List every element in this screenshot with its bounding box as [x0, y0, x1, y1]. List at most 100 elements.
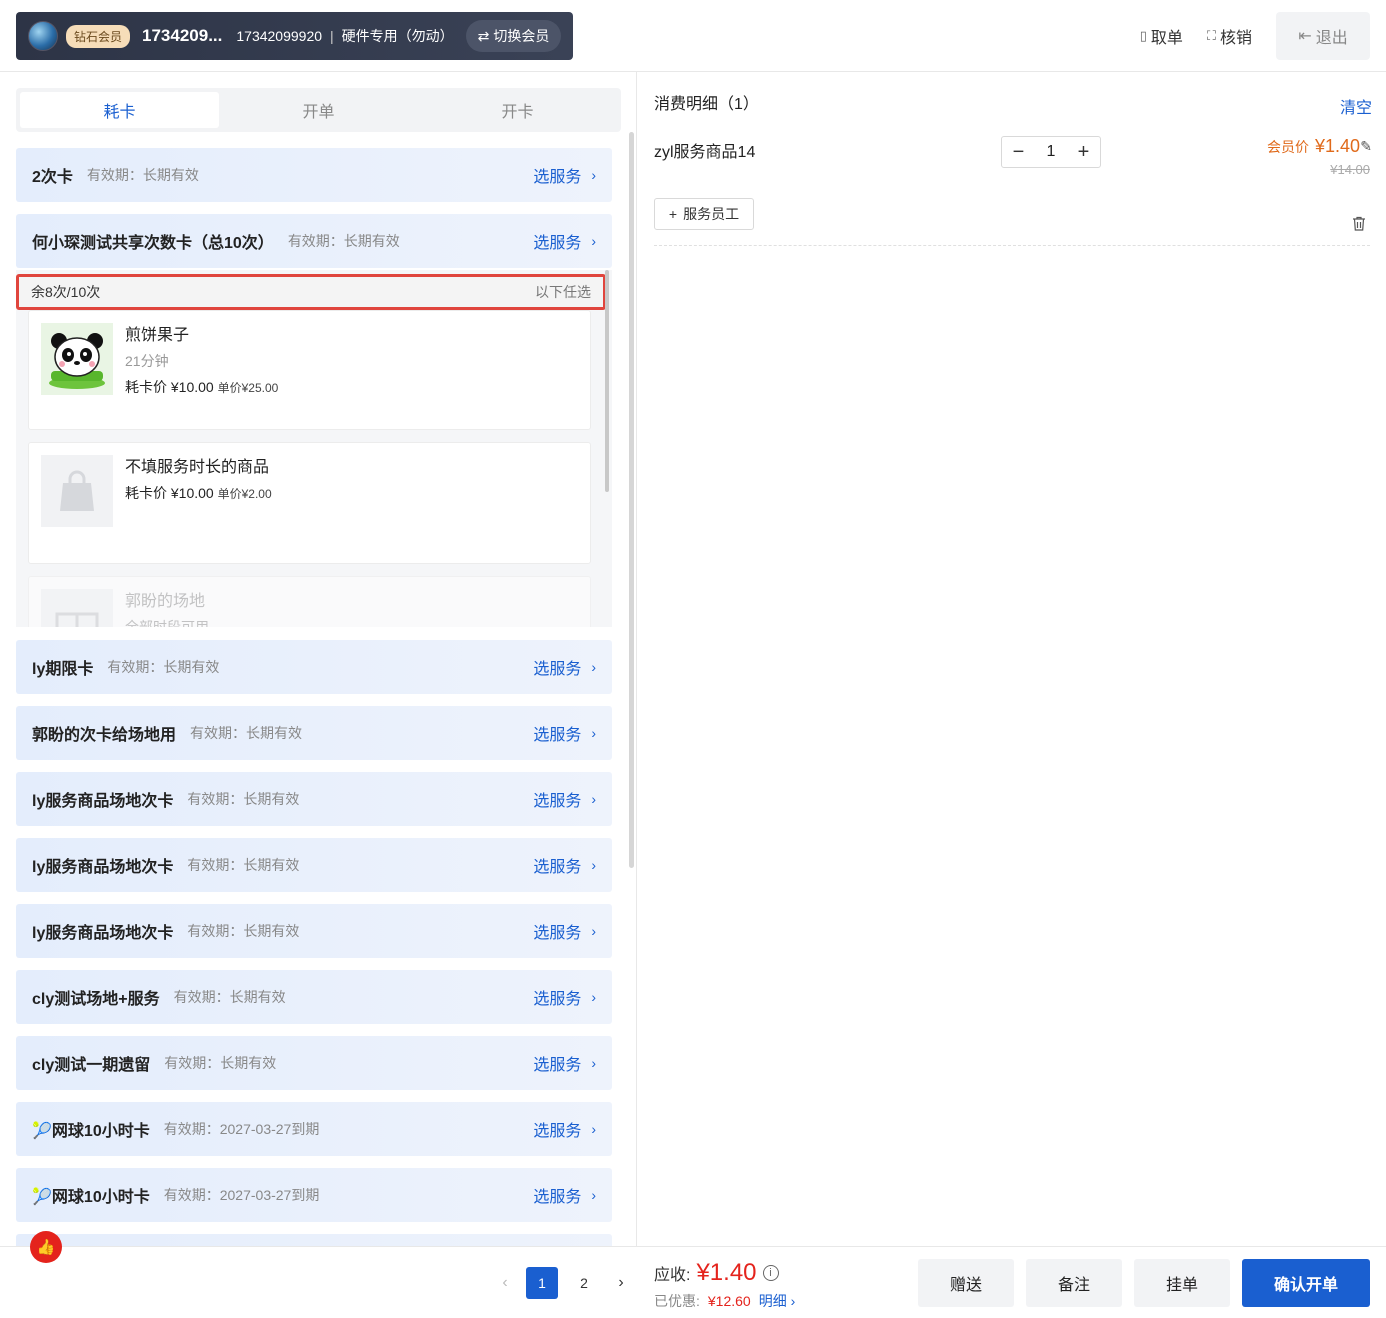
remark-button[interactable]: 备注: [1026, 1259, 1122, 1307]
service-item[interactable]: 不填服务时长的商品 耗卡价 ¥10.00 单价¥2.00: [28, 442, 591, 564]
member-info-bar: 钻石会员 1734209... 17342099920 | 硬件专用（勿动） ⇄…: [16, 12, 573, 60]
select-service-link[interactable]: 选服务 ›: [533, 655, 596, 679]
service-duration: 21分钟: [125, 353, 169, 369]
card-item[interactable]: ly服务商品场地次卡 有效期：长期有效 选服务 ›: [16, 772, 612, 826]
venue-icon: [41, 589, 113, 627]
select-service-link[interactable]: 选服务 ›: [533, 721, 596, 745]
card-item[interactable]: 🎾网球10小时卡 有效期：2027-03-27到期 选服务 ›: [16, 1168, 612, 1222]
card-item[interactable]: ly期限卡 有效期：长期有效 选服务 ›: [16, 640, 612, 694]
card-service-list: 余8次/10次 以下任选 煎饼果子 21分钟 耗卡价 ¥10.00 单价¥25.…: [16, 270, 612, 627]
tab-consume-card[interactable]: 耗卡: [20, 92, 219, 128]
take-order-button[interactable]: ▯ 取单: [1140, 24, 1183, 48]
select-service-link[interactable]: 选服务 ›: [533, 853, 596, 877]
card-name: ly服务商品场地次卡: [32, 859, 174, 876]
chevron-right-icon: ›: [591, 857, 596, 873]
discount-label: 已优惠:: [654, 1293, 700, 1309]
inner-scrollbar[interactable]: [605, 270, 609, 492]
chevron-right-icon: ›: [591, 923, 596, 939]
info-icon[interactable]: i: [762, 1265, 779, 1281]
divider: [654, 245, 1370, 246]
verify-button[interactable]: ⛶ 核销: [1207, 24, 1252, 48]
scrollbar[interactable]: [629, 132, 634, 868]
card-item[interactable]: ly服务商品场地次卡 有效期：长期有效 选服务 ›: [16, 838, 612, 892]
member-price-label: 会员价: [1266, 139, 1309, 155]
add-staff-button[interactable]: + 服务员工: [654, 198, 754, 230]
card-validity: 有效期：长期有效: [187, 923, 300, 939]
card-name: ly服务商品场地次卡: [32, 925, 174, 942]
card-validity: 有效期：长期有效: [187, 791, 300, 807]
receivable-amount: ¥1.40: [696, 1259, 757, 1286]
card-item[interactable]: 郭盼的次卡给场地用 有效期：长期有效 选服务 ›: [16, 706, 612, 760]
page-button[interactable]: 1: [526, 1267, 558, 1299]
avatar: [28, 21, 58, 51]
chevron-left-icon[interactable]: ‹: [494, 1274, 516, 1292]
tab-open-order[interactable]: 开单: [219, 92, 418, 128]
take-order-label: 取单: [1150, 30, 1183, 47]
scan-icon: ⛶: [1206, 28, 1216, 43]
tab-bar: 耗卡 开单 开卡: [16, 88, 621, 132]
service-name: 煎饼果子: [125, 327, 190, 344]
select-service-link[interactable]: 选服务 ›: [533, 919, 596, 943]
card-item[interactable]: 🎾网球10小时卡 有效期：2027-03-27到期 选服务 ›: [16, 1102, 612, 1156]
confirm-order-button[interactable]: 确认开单: [1242, 1259, 1370, 1307]
thumbs-up-icon[interactable]: 👍: [30, 1231, 62, 1263]
panda-image: [41, 323, 113, 395]
card-item[interactable]: 2次卡 有效期：长期有效 选服务 ›: [16, 148, 612, 202]
add-staff-label: 服务员工: [683, 206, 740, 222]
card-item[interactable]: ly服务商品场地次卡 有效期：长期有效 选服务 ›: [16, 904, 612, 958]
pagination: ‹ 1 2 ›: [494, 1267, 632, 1299]
order-detail-panel: 消费明细（1） 清空 zyl服务商品14 − 1 + 会员价 ¥1.40 ✎ ¥…: [638, 72, 1386, 1246]
card-validity: 有效期：长期有效: [187, 857, 300, 873]
hold-order-button[interactable]: 挂单: [1134, 1259, 1230, 1307]
card-validity: 有效期：2027-03-27到期: [163, 1121, 320, 1137]
quantity-value[interactable]: 1: [1035, 143, 1067, 161]
minus-icon[interactable]: −: [1002, 141, 1035, 164]
card-name: 郭盼的次卡给场地用: [32, 727, 177, 744]
original-price: ¥14.00: [1330, 162, 1370, 177]
plus-icon[interactable]: +: [1067, 141, 1100, 164]
chevron-right-icon: ›: [591, 659, 596, 675]
chevron-right-icon[interactable]: ›: [610, 1274, 632, 1292]
card-item[interactable]: 何小琛测试共享次数卡（总10次） 有效期：长期有效 选服务 ›: [16, 214, 612, 268]
card-item[interactable]: cly测试一期遗留 有效期：长期有效 选服务 ›: [16, 1036, 612, 1090]
service-price: 耗卡价 ¥10.00 单价¥25.00: [125, 379, 279, 395]
chevron-right-icon: ›: [790, 1293, 796, 1309]
member-name: 1734209...: [142, 26, 223, 45]
discount-detail-link[interactable]: 明细 ›: [759, 1291, 796, 1311]
edit-icon[interactable]: ✎: [1360, 138, 1372, 155]
select-service-link[interactable]: 选服务 ›: [533, 985, 596, 1009]
page-button[interactable]: 2: [568, 1267, 600, 1299]
switch-member-button[interactable]: ⇄ 切换会员: [465, 20, 562, 52]
member-price: 会员价 ¥1.40: [1267, 136, 1360, 157]
select-service-link[interactable]: 选服务 ›: [533, 163, 596, 187]
card-name: 🎾网球10小时卡: [32, 1123, 150, 1140]
unit-price: 单价¥25.00: [217, 381, 279, 395]
select-service-link[interactable]: 选服务 ›: [533, 229, 596, 253]
clear-button[interactable]: 清空: [1340, 94, 1372, 118]
card-item-partial: [16, 1234, 612, 1246]
plus-icon: +: [668, 206, 678, 222]
verify-label: 核销: [1219, 30, 1252, 47]
member-level-badge: 钻石会员: [66, 24, 131, 48]
trash-icon[interactable]: [1352, 216, 1366, 234]
top-actions: ▯ 取单 ⛶ 核销 ⇤ 退出: [1140, 12, 1370, 60]
chevron-right-icon: ›: [591, 167, 596, 183]
service-item[interactable]: 郭盼的场地 全部时段可用: [28, 576, 591, 627]
chevron-right-icon: ›: [591, 725, 596, 741]
gift-button[interactable]: 赠送: [918, 1259, 1014, 1307]
card-validity: 有效期：2027-03-27到期: [163, 1187, 320, 1203]
select-service-link[interactable]: 选服务 ›: [533, 1183, 596, 1207]
payment-summary: 应收: ¥1.40 i 已优惠: ¥12.60 明细 ›: [654, 1259, 795, 1311]
chevron-right-icon: ›: [591, 1187, 596, 1203]
tab-open-card[interactable]: 开卡: [418, 92, 617, 128]
card-item[interactable]: cly测试场地+服务 有效期：长期有效 选服务 ›: [16, 970, 612, 1024]
card-name: ly服务商品场地次卡: [32, 793, 174, 810]
card-name: ly期限卡: [32, 661, 94, 678]
service-item[interactable]: 煎饼果子 21分钟 耗卡价 ¥10.00 单价¥25.00: [28, 310, 591, 430]
select-service-link[interactable]: 选服务 ›: [533, 1117, 596, 1141]
select-service-link[interactable]: 选服务 ›: [533, 787, 596, 811]
receivable-label: 应收:: [654, 1267, 691, 1284]
card-name: cly测试场地+服务: [32, 991, 160, 1008]
select-service-link[interactable]: 选服务 ›: [533, 1051, 596, 1075]
exit-button[interactable]: ⇤ 退出: [1276, 12, 1370, 60]
